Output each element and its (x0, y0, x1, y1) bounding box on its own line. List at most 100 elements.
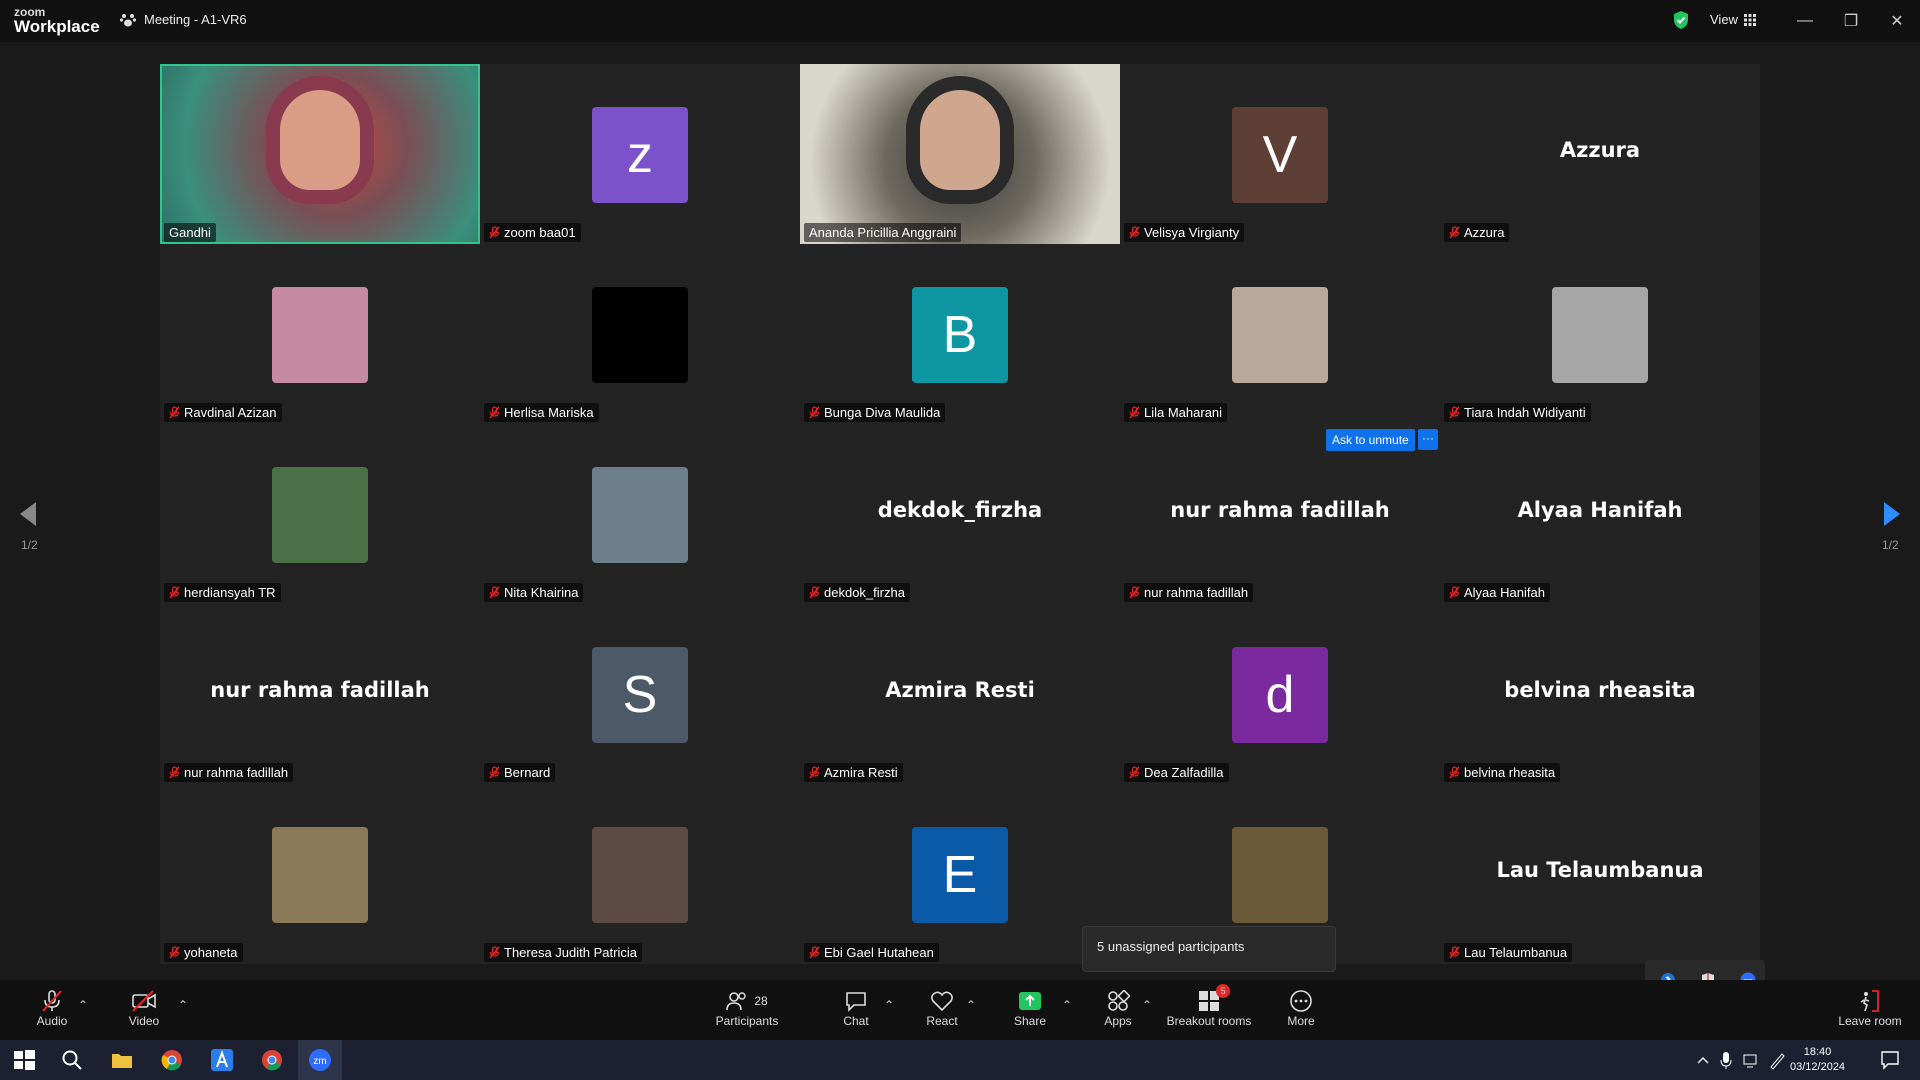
participant-tile[interactable]: Gandhi (160, 64, 480, 244)
participant-name-text: Velisya Virgianty (1144, 225, 1240, 240)
leave-room-button[interactable]: Leave room (1838, 988, 1902, 1028)
participant-name-label: Lau Telaumbanua (1444, 943, 1573, 962)
microphone-tray-icon[interactable] (1718, 1048, 1734, 1072)
participant-name-text: zoom baa01 (504, 225, 576, 240)
participants-count: 28 (754, 994, 768, 1008)
participant-tile[interactable]: E Ebi Gael Hutahean (800, 784, 1120, 964)
participant-tile[interactable]: z zoom baa01 (480, 64, 800, 244)
leave-door-icon (1860, 990, 1879, 1012)
participant-tile[interactable]: Lila Maharani (1120, 244, 1440, 424)
participant-tile[interactable]: V Velisya Virgianty (1120, 64, 1440, 244)
share-button[interactable]: Share (1012, 988, 1048, 1028)
participant-name-text: Dea Zalfadilla (1144, 765, 1224, 780)
chat-options-caret-icon[interactable]: ⌃ (884, 998, 894, 1012)
react-button[interactable]: React (922, 988, 962, 1028)
apps-button[interactable]: Apps (1102, 988, 1134, 1028)
participant-profile-photo (1552, 287, 1648, 383)
tile-more-button[interactable]: ··· (1418, 429, 1438, 450)
mic-muted-icon (489, 946, 500, 959)
more-button[interactable]: More (1286, 988, 1316, 1028)
participant-name-label: Azzura (1444, 223, 1510, 242)
react-label: React (926, 1014, 958, 1028)
participant-name-label: Bunga Diva Maulida (804, 403, 946, 422)
react-options-caret-icon[interactable]: ⌃ (966, 998, 976, 1012)
breakout-rooms-button[interactable]: 5 Breakout rooms (1164, 984, 1254, 1028)
apps-options-caret-icon[interactable]: ⌃ (1142, 998, 1152, 1012)
zoom-taskbar-active[interactable]: zm (298, 1040, 342, 1080)
participant-name-text: yohaneta (184, 945, 238, 960)
participant-tile[interactable]: Herlisa Mariska (480, 244, 800, 424)
participant-name-label: Velisya Virgianty (1124, 223, 1245, 242)
participant-tile[interactable]: herdiansyah TR (160, 424, 480, 604)
chat-button[interactable]: Chat (838, 988, 874, 1028)
network-tray-icon[interactable] (1742, 1048, 1760, 1072)
participant-name-text: Herlisa Mariska (504, 405, 594, 420)
participant-profile-photo (272, 827, 368, 923)
participant-name-label: Alyaa Hanifah (1444, 583, 1550, 602)
meeting-title[interactable]: Meeting - A1-VR6 (120, 12, 247, 27)
more-dots-icon (1290, 990, 1312, 1012)
ask-to-unmute-button[interactable]: Ask to unmute (1326, 429, 1415, 451)
participant-avatar: z (592, 107, 688, 203)
participant-tile[interactable]: Azmira Resti Azmira Resti (800, 604, 1120, 784)
prev-page-arrow-icon[interactable] (18, 500, 38, 528)
participant-tile[interactable]: yohaneta (160, 784, 480, 964)
restore-button[interactable]: ❐ (1828, 8, 1874, 34)
participant-tile[interactable]: Theresa Judith Patricia (480, 784, 800, 964)
participant-tile[interactable]: Azzura Azzura (1440, 64, 1760, 244)
mic-muted-icon (1129, 766, 1140, 779)
participant-tile[interactable]: d Dea Zalfadilla (1120, 604, 1440, 784)
audio-options-caret-icon[interactable]: ⌃ (78, 998, 88, 1012)
chrome-icon[interactable] (160, 1048, 184, 1072)
share-options-caret-icon[interactable]: ⌃ (1062, 998, 1072, 1012)
participant-tile[interactable]: B Bunga Diva Maulida (800, 244, 1120, 424)
participant-tile[interactable]: Nita Khairina (480, 424, 800, 604)
minimize-button[interactable]: — (1782, 8, 1828, 34)
participant-name-label: dekdok_firzha (804, 583, 910, 602)
participant-tile[interactable]: Ravdinal Azizan (160, 244, 480, 424)
participant-name-text: Bernard (504, 765, 551, 780)
unassigned-participants-tooltip: 5 unassigned participants (1082, 926, 1336, 972)
participant-name-text: Alyaa Hanifah (1464, 585, 1545, 600)
participant-tile[interactable]: dekdok_firzha dekdok_firzha (800, 424, 1120, 604)
page-indicator-right: 1/2 (1882, 538, 1899, 552)
participant-name-label: belvina rheasita (1444, 763, 1561, 782)
participants-label: Participants (715, 1014, 779, 1028)
close-button[interactable]: ✕ (1874, 8, 1920, 34)
participant-tile[interactable]: nur rahma fadillah nur rahma fadillah (1120, 424, 1440, 604)
leave-label: Leave room (1838, 1014, 1902, 1028)
participant-tile[interactable]: nur rahma fadillah nur rahma fadillah (160, 604, 480, 784)
chrome-profile-icon[interactable] (260, 1048, 284, 1072)
participant-name-text: Ravdinal Azizan (184, 405, 277, 420)
file-explorer-icon[interactable] (110, 1048, 134, 1072)
video-options-caret-icon[interactable]: ⌃ (178, 998, 188, 1012)
grid-icon (1743, 13, 1756, 26)
mic-muted-icon (489, 226, 500, 239)
taskbar-clock[interactable]: 18:40 03/12/2024 (1790, 1045, 1845, 1075)
participant-avatar: B (912, 287, 1008, 383)
participant-tile[interactable]: Tiara Indah Widiyanti (1440, 244, 1760, 424)
windows-start-icon[interactable] (12, 1048, 36, 1072)
participant-avatar: E (912, 827, 1008, 923)
participants-button[interactable]: 28 Participants (712, 988, 782, 1028)
participant-tile[interactable]: belvina rheasita belvina rheasita (1440, 604, 1760, 784)
tray-chevron-up-icon[interactable] (1696, 1048, 1710, 1072)
a-app-icon[interactable] (210, 1048, 234, 1072)
security-shield-icon[interactable] (1672, 10, 1690, 30)
participant-tile[interactable]: Alyaa Hanifah Alyaa Hanifah (1440, 424, 1760, 604)
mic-muted-icon (1449, 586, 1460, 599)
chat-label: Chat (843, 1014, 869, 1028)
participant-tile[interactable]: S Bernard (480, 604, 800, 784)
notifications-icon[interactable] (1878, 1048, 1902, 1072)
participant-profile-photo (592, 827, 688, 923)
view-button[interactable]: View (1710, 12, 1756, 27)
audio-button[interactable]: Audio (30, 988, 74, 1028)
participant-tile[interactable]: Ananda Pricillia Anggraini (800, 64, 1120, 244)
participant-name-text: Ebi Gael Hutahean (824, 945, 934, 960)
participant-name-text: Ananda Pricillia Anggraini (809, 225, 957, 240)
next-page-arrow-icon[interactable] (1882, 500, 1902, 528)
pen-tray-icon[interactable] (1768, 1048, 1786, 1072)
search-icon[interactable] (60, 1048, 84, 1072)
participant-tile[interactable]: Lau Telaumbanua Lau Telaumbanua (1440, 784, 1760, 964)
video-button[interactable]: Video (122, 988, 166, 1028)
